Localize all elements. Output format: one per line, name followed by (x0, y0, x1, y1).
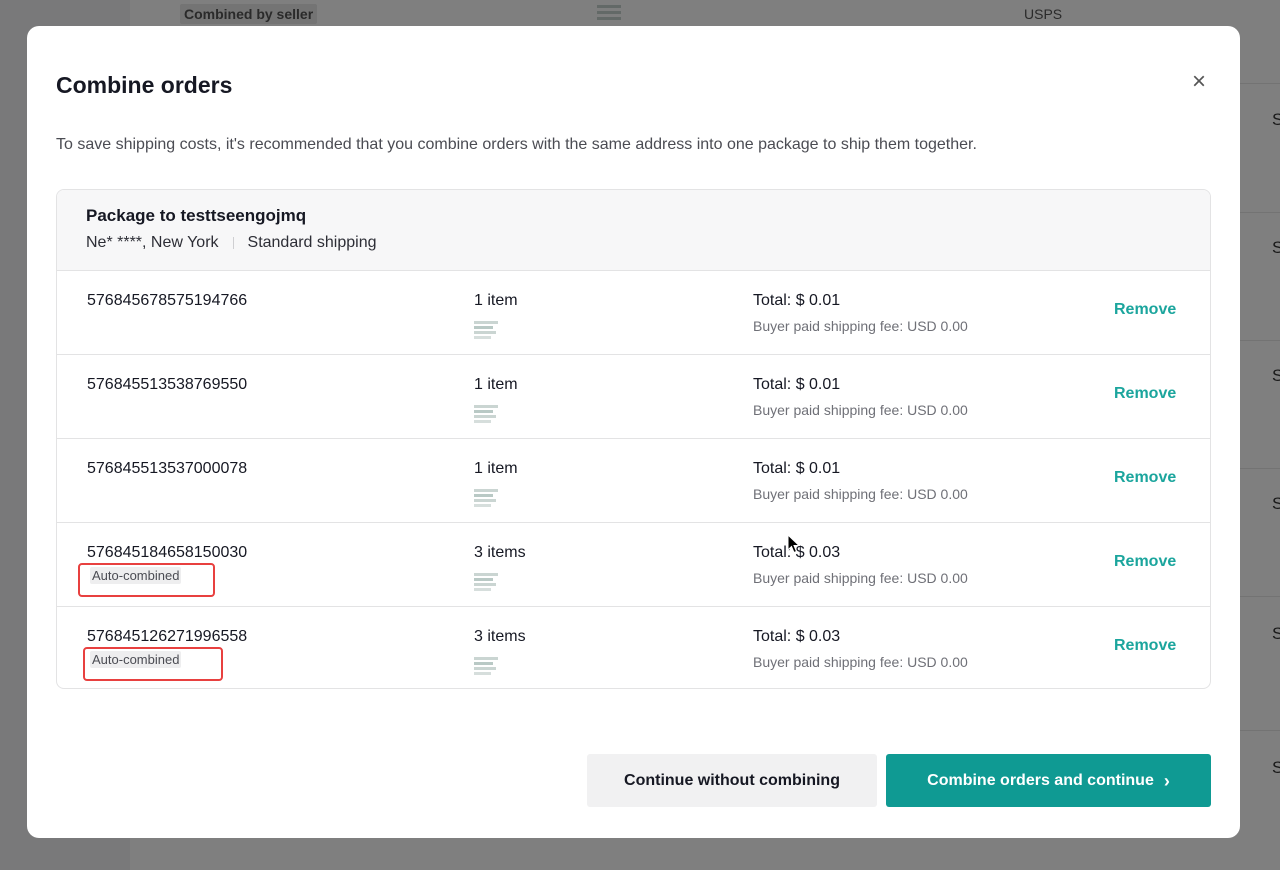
close-icon[interactable]: × (1187, 68, 1211, 95)
chevron-right-icon: › (1163, 770, 1170, 791)
meta-divider (232, 237, 234, 249)
order-row: 576845513537000078 1 item Total: $ 0.01 … (57, 439, 1210, 523)
product-thumbnail (474, 571, 498, 596)
continue-without-combining-button[interactable]: Continue without combining (587, 754, 877, 807)
order-id: 576845126271996558 (87, 628, 248, 645)
item-count: 3 items (474, 544, 526, 561)
item-count: 1 item (474, 376, 518, 393)
shipping-fee: Buyer paid shipping fee: USD 0.00 (753, 402, 968, 418)
item-count: 1 item (474, 460, 518, 477)
package-meta: Ne* ****, New York Standard shipping (86, 234, 1181, 252)
modal-description: To save shipping costs, it's recommended… (56, 136, 977, 153)
item-count: 1 item (474, 292, 518, 309)
order-id: 576845678575194766 (87, 292, 248, 309)
order-total: Total: $ 0.01 (753, 376, 841, 393)
product-thumbnail (474, 403, 498, 428)
highlight-annotation (83, 647, 223, 681)
highlight-annotation (78, 563, 215, 597)
package-address: Ne* ****, New York (86, 234, 219, 251)
item-count: 3 items (474, 628, 526, 645)
order-total: Total: $ 0.01 (753, 292, 841, 309)
package-shipping-method: Standard shipping (247, 234, 377, 251)
order-row: 576845184658150030 Auto-combined 3 items… (57, 523, 1210, 607)
remove-button[interactable]: Remove (1114, 637, 1176, 655)
remove-button[interactable]: Remove (1114, 385, 1176, 403)
remove-button[interactable]: Remove (1114, 553, 1176, 571)
shipping-fee: Buyer paid shipping fee: USD 0.00 (753, 654, 968, 670)
combine-orders-button[interactable]: Combine orders and continue › (886, 754, 1211, 807)
order-total: Total: $ 0.03 (753, 628, 841, 645)
product-thumbnail (474, 319, 498, 344)
modal-title: Combine orders (56, 72, 233, 98)
package-card: Package to testtseengojmq Ne* ****, New … (56, 189, 1211, 689)
product-thumbnail (474, 655, 498, 680)
mouse-cursor-icon (787, 534, 801, 554)
package-title: Package to testtseengojmq (86, 206, 307, 225)
order-row: 576845678575194766 1 item Total: $ 0.01 … (57, 271, 1210, 355)
order-row: 576845513538769550 1 item Total: $ 0.01 … (57, 355, 1210, 439)
package-header: Package to testtseengojmq Ne* ****, New … (57, 190, 1210, 271)
remove-button[interactable]: Remove (1114, 469, 1176, 487)
shipping-fee: Buyer paid shipping fee: USD 0.00 (753, 570, 968, 586)
remove-button[interactable]: Remove (1114, 301, 1176, 319)
order-total: Total: $ 0.01 (753, 460, 841, 477)
product-thumbnail (474, 487, 498, 512)
order-id: 576845513538769550 (87, 376, 248, 393)
combine-orders-modal: Combine orders × To save shipping costs,… (27, 26, 1240, 838)
continue-without-combining-label: Continue without combining (624, 771, 840, 789)
order-id: 576845184658150030 (87, 544, 248, 561)
order-id: 576845513537000078 (87, 460, 248, 477)
order-row: 576845126271996558 Auto-combined 3 items… (57, 607, 1210, 688)
shipping-fee: Buyer paid shipping fee: USD 0.00 (753, 486, 968, 502)
shipping-fee: Buyer paid shipping fee: USD 0.00 (753, 318, 968, 334)
combine-orders-label: Combine orders and continue (927, 771, 1154, 789)
